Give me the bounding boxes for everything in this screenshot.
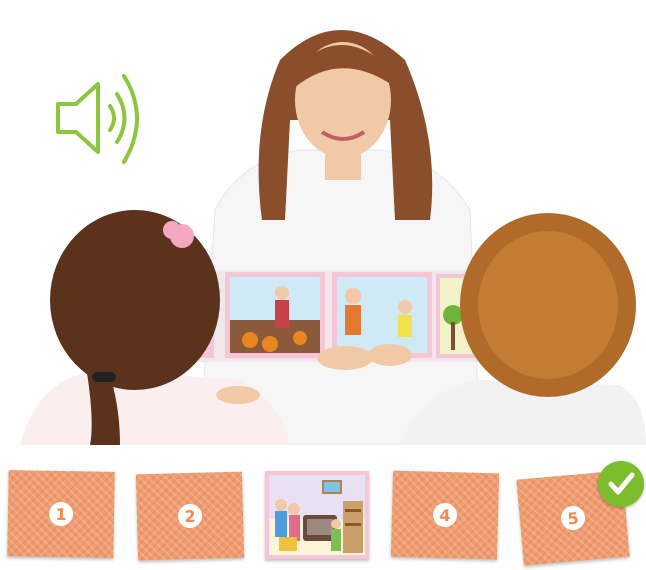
card-2[interactable]: 2 [135,471,245,561]
card-number: 4 [432,502,458,528]
card-illustration [269,475,365,555]
card-number: 1 [48,501,74,527]
checkmark-icon [598,461,644,507]
speaker-icon[interactable] [50,66,150,170]
card-sequence: 1 2 4 5 [0,455,646,570]
card-3-revealed[interactable] [265,471,369,559]
card-1[interactable]: 1 [7,470,115,558]
card-number: 2 [177,503,203,529]
card-number: 5 [559,504,587,532]
card-4[interactable]: 4 [390,470,500,560]
